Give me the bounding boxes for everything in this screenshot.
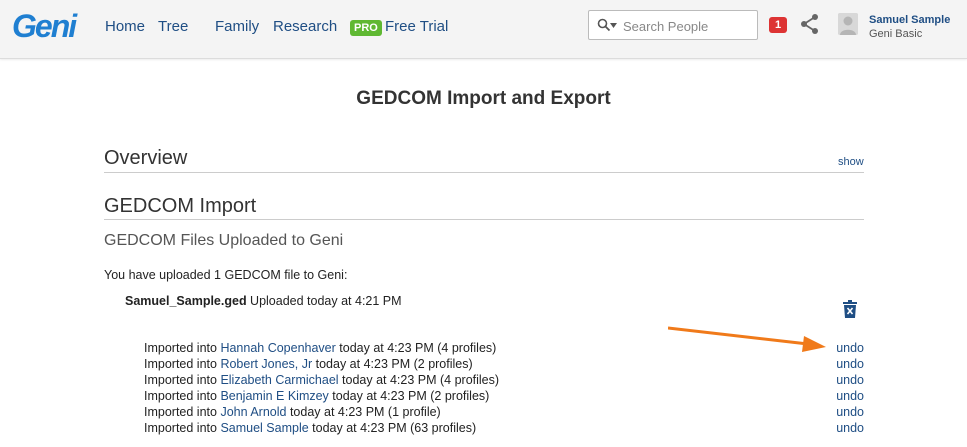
top-header: Geni Home Tree Family Research PRO Free … [0,0,967,59]
uploaded-files-subheading: GEDCOM Files Uploaded to Geni [104,232,344,249]
import-row-suffix: today at 4:23 PM (4 profiles) [335,341,497,355]
gedcom-file-name: Samuel_Sample.ged [125,294,247,308]
profile-link[interactable]: Benjamin E Kimzey [220,389,328,403]
uploaded-count-text: You have uploaded 1 GEDCOM file to Geni: [104,268,348,282]
gedcom-file-line: Samuel_Sample.ged Uploaded today at 4:21… [125,294,402,308]
import-row-prefix: Imported into [144,421,221,435]
nav-home[interactable]: Home [105,18,145,35]
profile-link[interactable]: Samuel Sample [220,421,308,435]
profile-link[interactable]: John Arnold [220,405,286,419]
import-row-suffix: today at 4:23 PM (4 profiles) [338,373,500,387]
overview-heading: Overview [104,147,188,169]
nav-family[interactable]: Family [215,18,259,35]
import-row-prefix: Imported into [144,341,221,355]
page-title: GEDCOM Import and Export [356,88,611,109]
import-row-prefix: Imported into [144,373,221,387]
import-row: Imported into Benjamin E Kimzey today at… [144,388,866,404]
notification-badge[interactable]: 1 [769,17,787,33]
profile-link[interactable]: Elizabeth Carmichael [220,373,338,387]
import-row-suffix: today at 4:23 PM (63 profiles) [308,421,477,435]
import-history-list: Imported into Hannah Copenhaver today at… [144,340,866,436]
import-row-suffix: today at 4:23 PM (2 profiles) [328,389,490,403]
undo-link[interactable]: undo [836,388,864,404]
person-icon [838,13,858,35]
chevron-down-icon[interactable] [610,23,617,28]
import-row-suffix: today at 4:23 PM (1 profile) [286,405,441,419]
gedcom-import-heading: GEDCOM Import [104,195,257,217]
nav-research[interactable]: Research [273,18,337,35]
import-row: Imported into Elizabeth Carmichael today… [144,372,866,388]
user-name[interactable]: Samuel Sample [869,14,950,26]
nav-tree[interactable]: Tree [158,18,188,35]
delete-trash-icon[interactable] [843,300,857,318]
undo-link[interactable]: undo [836,372,864,388]
import-row: Imported into Hannah Copenhaver today at… [144,340,866,356]
import-row-prefix: Imported into [144,357,221,371]
gedcom-file-status: Uploaded today at 4:21 PM [246,294,402,308]
import-row-prefix: Imported into [144,389,221,403]
search-box[interactable] [588,10,758,40]
free-trial-link[interactable]: Free Trial [385,18,448,35]
user-plan: Geni Basic [869,28,923,40]
import-row: Imported into Robert Jones, Jr today at … [144,356,866,372]
geni-logo[interactable]: Geni [12,8,77,45]
profile-link[interactable]: Robert Jones, Jr [220,357,312,371]
undo-link[interactable]: undo [836,420,864,436]
undo-link[interactable]: undo [836,340,864,356]
search-icon[interactable] [597,18,611,32]
import-divider [104,219,864,220]
import-row-suffix: today at 4:23 PM (2 profiles) [312,357,473,371]
overview-divider [104,172,864,173]
avatar[interactable] [838,13,858,35]
import-row-prefix: Imported into [144,405,221,419]
search-input[interactable] [621,16,755,36]
profile-link[interactable]: Hannah Copenhaver [220,341,335,355]
import-row: Imported into Samuel Sample today at 4:2… [144,420,866,436]
undo-link[interactable]: undo [836,356,864,372]
undo-link[interactable]: undo [836,404,864,420]
import-row: Imported into John Arnold today at 4:23 … [144,404,866,420]
share-icon[interactable] [800,13,820,35]
pro-badge[interactable]: PRO [350,20,382,36]
overview-show-link[interactable]: show [838,156,864,168]
